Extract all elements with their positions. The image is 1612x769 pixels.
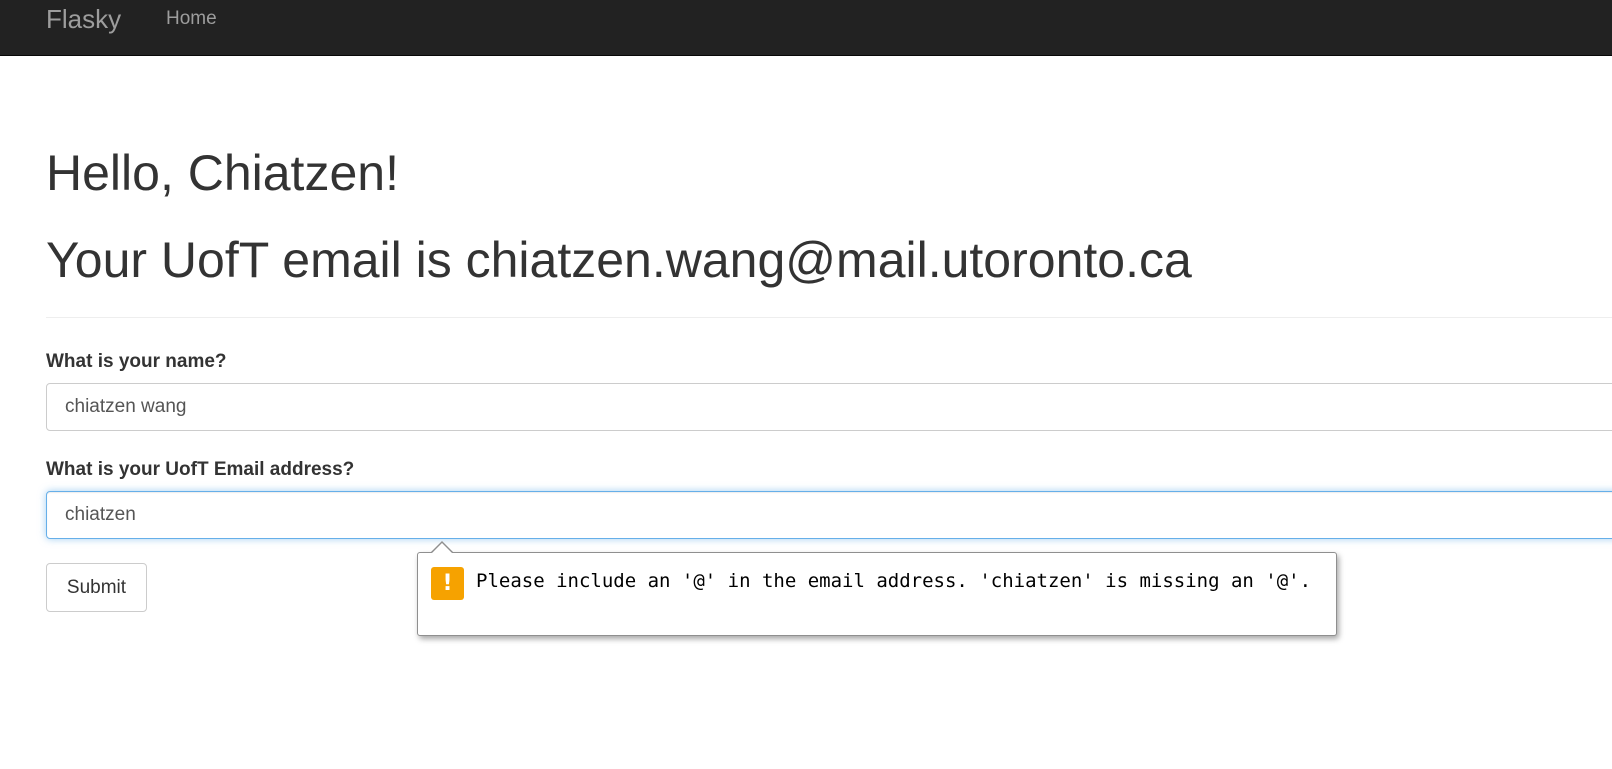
- validation-tooltip: ! Please include an '@' in the email add…: [417, 552, 1337, 636]
- email-label: What is your UofT Email address?: [46, 459, 355, 480]
- validation-message: Please include an '@' in the email addre…: [476, 570, 1312, 592]
- warning-icon: !: [431, 567, 464, 600]
- email-input[interactable]: [46, 491, 1612, 539]
- greeting-heading: Hello, Chiatzen!: [46, 145, 399, 201]
- navbar: Flasky Home: [0, 0, 1612, 56]
- header-divider: [46, 317, 1612, 318]
- page-header: Hello, Chiatzen! Your UofT email is chia…: [46, 140, 1612, 293]
- submit-button[interactable]: Submit: [46, 563, 147, 612]
- tooltip-arrow-fill: [431, 543, 453, 554]
- name-label: What is your name?: [46, 351, 227, 372]
- email-heading: Your UofT email is chiatzen.wang@mail.ut…: [46, 232, 1192, 288]
- nav-item-home[interactable]: Home: [166, 8, 217, 30]
- brand-link[interactable]: Flasky: [46, 4, 121, 34]
- name-input[interactable]: [46, 383, 1612, 431]
